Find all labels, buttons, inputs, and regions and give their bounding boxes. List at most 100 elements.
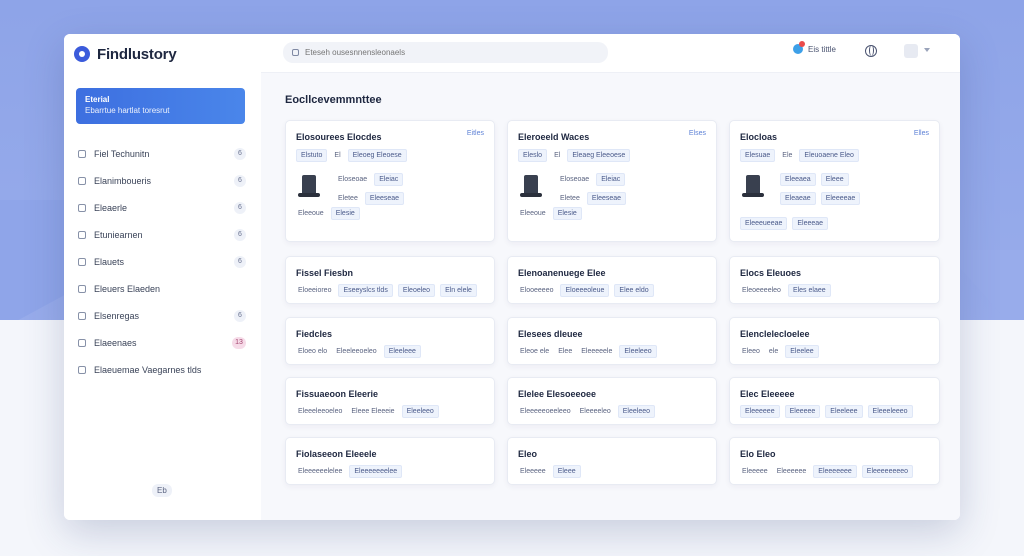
card-title: Elec Eleeeee bbox=[740, 389, 795, 399]
hat-icon bbox=[520, 175, 542, 199]
sidebar-item-count: 6 bbox=[234, 309, 246, 322]
sidebar-item-count: 6 bbox=[234, 228, 246, 241]
tag: Eleeeeeoeeleeo bbox=[520, 408, 571, 415]
sidebar-item[interactable]: Eleaerle 6 bbox=[78, 194, 246, 221]
card-tags: Eleeeee Eleee bbox=[518, 465, 581, 478]
card-status: Elles bbox=[913, 130, 929, 137]
content-card[interactable]: Elenoanenuege Elee Elooeeeeo Eloeeeoleue… bbox=[507, 256, 717, 304]
folder-icon bbox=[78, 365, 86, 374]
card-title: Eleroeeld Waces bbox=[518, 132, 590, 142]
tag: Eleaeg Eleeoese bbox=[567, 149, 631, 162]
tag: Eleeleeo bbox=[617, 405, 655, 418]
content-card[interactable]: Elec Eleeeee Eleeeeee Eleeeee Eleeleee E… bbox=[729, 377, 940, 425]
tag: Elee bbox=[558, 348, 573, 355]
featured-card[interactable]: Elocloas Elles Elesuae Ele Eleuoaene Ele… bbox=[729, 120, 940, 242]
card-title: Elesees dleuee bbox=[518, 329, 583, 339]
meta-value: Eleiac bbox=[374, 173, 404, 186]
content-card[interactable]: Eleo Eleeeee Eleee bbox=[507, 437, 717, 485]
content-card[interactable]: Fissel Fiesbn Eloeeioreo Eseeyslcs tlds … bbox=[285, 256, 495, 304]
card-tags: Eleeeleeoeleo Eleee Eleeeie Eleeleeo bbox=[296, 405, 439, 418]
tag: Elstuto bbox=[296, 149, 328, 162]
featured-card[interactable]: Elosourees Elocdes Eitles Elstuto El Ele… bbox=[285, 120, 495, 242]
tag: Eleeeee bbox=[742, 468, 768, 475]
tag: Eleeoue bbox=[520, 210, 546, 217]
folder-icon bbox=[78, 176, 86, 185]
card-footer-tags: Eleeeueeae Eleeeae bbox=[740, 217, 829, 230]
sidebar-item[interactable]: Eleuers Elaeden bbox=[78, 275, 246, 302]
tag: Eleelee bbox=[785, 345, 819, 358]
tag: Eleeeae bbox=[792, 217, 829, 230]
sidebar-item[interactable]: Elauets 6 bbox=[78, 248, 246, 275]
tag: Ele bbox=[782, 152, 793, 159]
card-tags: Eleeeeeoeeleeo Eleeeeleo Eleeleeo bbox=[518, 405, 655, 418]
sidebar-item-count: 6 bbox=[234, 174, 246, 187]
tag: Eleee Eleeeie bbox=[351, 408, 395, 415]
card-meta: Eloseoae Eleiac Eletee Eleeseae bbox=[336, 173, 405, 205]
tag: Eln elele bbox=[440, 284, 477, 297]
meta-value: Eleeseae bbox=[364, 192, 405, 205]
content-card[interactable]: Elocs Eleuoes Eleoeeeeleo Eles elaee bbox=[729, 256, 940, 304]
section-title: Eocllcevemmnttee bbox=[285, 94, 382, 106]
content-card[interactable]: Elesees dleuee Eleoe ele Elee Eleeeeele … bbox=[507, 317, 717, 365]
folder-icon bbox=[78, 311, 86, 320]
notification-icon bbox=[793, 41, 805, 54]
sidebar-item-count: 6 bbox=[234, 255, 246, 268]
brand[interactable]: Findlustory bbox=[74, 43, 177, 65]
logo-icon bbox=[74, 46, 90, 62]
globe-icon[interactable] bbox=[865, 45, 877, 57]
sidebar-item[interactable]: Elaeenaes 13 bbox=[78, 329, 246, 356]
content-card[interactable]: Elelee Elesoeeoee Eleeeeeoeeleeo Eleeeel… bbox=[507, 377, 717, 425]
folder-icon bbox=[78, 284, 86, 293]
tag: Eleeleee bbox=[383, 345, 421, 358]
tag: Eleoeg Eleoese bbox=[347, 149, 407, 162]
content-card[interactable]: Elenclelecloelee Eleeo ele Eleelee bbox=[729, 317, 940, 365]
notifications[interactable]: Eis tittle bbox=[793, 41, 837, 54]
meta-value: Eloseoae bbox=[560, 176, 590, 183]
avatar[interactable] bbox=[904, 44, 918, 58]
content-card[interactable]: Fiolaseeon Eleeele Eleeeeeelelee Eleeeee… bbox=[285, 437, 495, 485]
card-title: Elenoanenuege Elee bbox=[518, 268, 606, 278]
tag: Eleoeeeeleo bbox=[742, 287, 781, 294]
sidebar-item[interactable]: Elsenregas 6 bbox=[78, 302, 246, 329]
tag: Elooeeeeo bbox=[520, 287, 554, 294]
sidebar-item-label: Elaeuemae Vaegarnes tlds bbox=[94, 364, 202, 375]
card-tags: Eleoe ele Elee Eleeeeele Eleeleeo bbox=[518, 345, 657, 358]
tag: Eleuoaene Eleo bbox=[799, 149, 859, 162]
content-card[interactable]: Fissuaeoon Eleerie Eleeeleeoeleo Eleee E… bbox=[285, 377, 495, 425]
tag: El bbox=[554, 152, 561, 159]
search-bar[interactable] bbox=[283, 42, 608, 63]
sidebar-nav: Fiel Techunitn 6 Elanimboueris 6 Eleaerl… bbox=[78, 140, 246, 383]
tag: Eleeeeeeeeo bbox=[861, 465, 914, 478]
card-tags: Eleoeeeeleo Eles elaee bbox=[740, 284, 831, 297]
tag: Eleeeeele bbox=[581, 348, 613, 355]
featured-card[interactable]: Eleroeeld Waces Elses Eleslo El Eleaeg E… bbox=[507, 120, 717, 242]
notification-label: Eis tittle bbox=[808, 44, 837, 54]
sidebar-item[interactable]: Fiel Techunitn 6 bbox=[78, 140, 246, 167]
sidebar-item-label: Fiel Techunitn bbox=[94, 148, 150, 159]
meta-value: Eleeseae bbox=[586, 192, 627, 205]
search-input[interactable] bbox=[305, 48, 585, 57]
sidebar-item[interactable]: Elaeuemae Vaegarnes tlds bbox=[78, 356, 246, 383]
sidebar-item[interactable]: Elanimboueris 6 bbox=[78, 167, 246, 194]
card-title: Elocs Eleuoes bbox=[740, 268, 802, 278]
card-title: Fissuaeoon Eleerie bbox=[296, 389, 379, 399]
app-window: Findlustory Eterial Ebarrtue hartlat tor… bbox=[64, 34, 960, 520]
sidebar-item-label: Elanimboueris bbox=[94, 175, 152, 186]
tag: Eleoe ele bbox=[520, 348, 550, 355]
sidebar-footer-badge[interactable]: Eb bbox=[152, 484, 172, 497]
sidebar-item-label: Elauets bbox=[94, 256, 125, 267]
tag: Eleeeleeeo bbox=[867, 405, 913, 418]
content-card[interactable]: Fiedcles Eloeo elo Eleeleeoeleo Eleeleee bbox=[285, 317, 495, 365]
tag: Eloeo elo bbox=[298, 348, 328, 355]
sidebar-item-count: 6 bbox=[234, 201, 246, 214]
sidebar-item-label: Elsenregas bbox=[94, 310, 140, 321]
folder-icon bbox=[78, 230, 86, 239]
content-card[interactable]: Elo Eleo Eleeeee Eleeeeee Eleeeeeee Elee… bbox=[729, 437, 940, 485]
tag: Eleeeee bbox=[784, 405, 821, 418]
sidebar-item[interactable]: Etuniearnen 6 bbox=[78, 221, 246, 248]
tag: Eloeeioreo bbox=[298, 287, 332, 294]
meta-value: Eletee bbox=[560, 195, 580, 202]
chevron-down-icon[interactable] bbox=[924, 48, 930, 52]
card-tags: Eleeeee Eleeeeee Eleeeeeee Eleeeeeeeeo bbox=[740, 465, 914, 478]
promo-banner[interactable]: Eterial Ebarrtue hartlat toresrut bbox=[76, 88, 245, 124]
